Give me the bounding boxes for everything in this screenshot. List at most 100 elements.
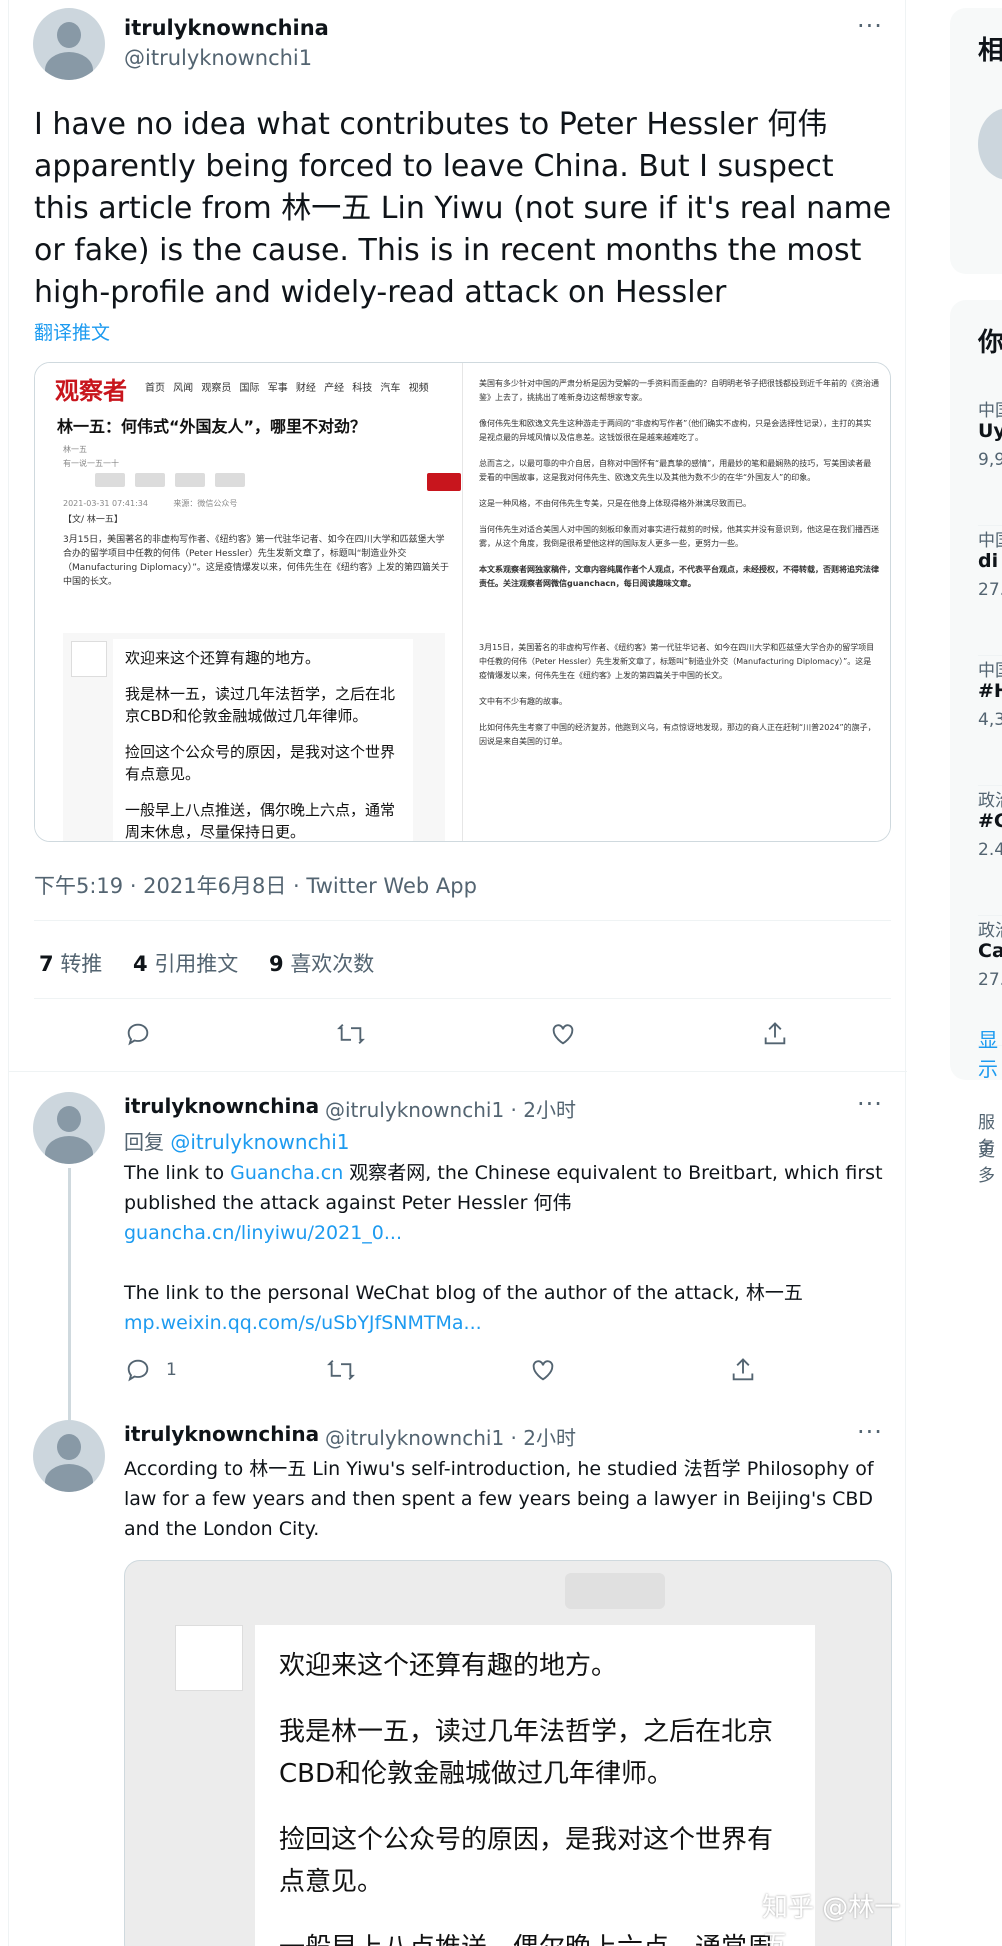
article-date-text: 2021-03-31 07:41:34: [63, 499, 148, 508]
article-paragraph: 文中有不少有趣的故事。: [479, 697, 567, 706]
trend-category: 政治: [978, 921, 1002, 941]
trend-item[interactable]: 政治 #C 2.4: [978, 786, 1002, 916]
wechat-url-link[interactable]: mp.weixin.qq.com/s/uSbYJfSNMTMa...: [124, 1312, 482, 1334]
default-avatar-head-icon: [57, 1106, 81, 1132]
trend-count: 2.4: [978, 840, 1002, 860]
display-name[interactable]: itrulyknownchina: [124, 1422, 319, 1446]
more-options-icon[interactable]: ···: [857, 1420, 883, 1444]
retweets-label: 转推: [60, 952, 103, 976]
divider: [34, 920, 891, 921]
right-sidebar: 相 你 中国 Uy 9,9 中国 di 27. 中国 #H 4,3 政治 #C …: [950, 0, 1002, 1946]
wechat-avatar: [71, 641, 107, 677]
intro-line: 我是林一五，读过几年法哲学，之后在北京CBD和伦敦金融城做过几年律师。: [125, 685, 396, 725]
tweet-text: I have no idea what contributes to Peter…: [34, 107, 892, 310]
article-body: 【文/ 林一五】 3月15日，美国著名的非虚构写作者、《纽约客》第一代驻华记者、…: [63, 513, 453, 589]
share-button[interactable]: [761, 1020, 793, 1052]
trend-count: 27.: [978, 970, 1002, 990]
footer-link[interactable]: 更多: [978, 1136, 1002, 1186]
tweet-media[interactable]: 观察者 首页 风闻 观察员 国际 军事 财经 产经 科技 汽车 视频 林一五：何…: [34, 362, 891, 842]
thread-line: [68, 1400, 71, 1420]
trend-count: 27.: [978, 580, 1002, 600]
blurred-region: [565, 1573, 665, 1609]
author-sub: 有一说一五一十: [63, 459, 119, 468]
user-handle[interactable]: @itrulyknownchi1 · 2小时: [325, 1094, 576, 1123]
likes-stat[interactable]: 9 喜欢次数: [269, 952, 374, 976]
trend-title: di: [978, 550, 999, 572]
intro-line: 捡回这个公众号的原因，是我对这个世界有点意见。: [125, 743, 396, 783]
article-paragraph: 比如何伟先生考察了中国的经济复苏，他跑到义乌，有点惊讶地发现，那边的商人正在赶制…: [479, 723, 876, 746]
reply-text: The link to Guancha.cn 观察者网, the Chinese…: [124, 1158, 894, 1248]
more-options-icon[interactable]: ···: [857, 1092, 883, 1116]
media-image-left[interactable]: 观察者 首页 风闻 观察员 国际 军事 财经 产经 科技 汽车 视频 林一五：何…: [35, 363, 463, 841]
retweets-count: 7: [39, 952, 54, 976]
intro-line: 一般早上八点推送，偶尔晚上六点，通常周末休息，尽量保持日更。: [125, 801, 396, 841]
heart-icon: [552, 1024, 574, 1045]
trend-count: 9,9: [978, 450, 1002, 470]
heart-icon: [532, 1360, 554, 1381]
red-badge: [427, 473, 461, 491]
tweet-actions: 1: [9, 1356, 907, 1396]
reply-icon: [127, 1359, 149, 1382]
article-source: 来源：微信公众号: [173, 499, 238, 508]
divider: [34, 998, 891, 999]
default-avatar-body-icon: [45, 1136, 93, 1164]
user-handle[interactable]: @itrulyknownchi1 · 2小时: [325, 1422, 576, 1451]
translate-tweet-link[interactable]: 翻译推文: [34, 318, 110, 345]
share-button: [135, 473, 165, 487]
related-heading: 相: [978, 36, 1002, 66]
avatar[interactable]: [978, 108, 1002, 180]
show-more-link[interactable]: 显示: [978, 1024, 1002, 1082]
reply-tweet[interactable]: itrulyknownchina @itrulyknownchi1 · 2小时 …: [9, 1072, 907, 1400]
main-tweet: itrulyknownchina @itrulyknownchi1 ··· I …: [9, 0, 907, 1072]
more-options-icon[interactable]: ···: [857, 14, 883, 38]
retweet-button[interactable]: [337, 1020, 369, 1052]
article-paragraph: 3月15日，美国著名的非虚构写作者、《纽约客》第一代驻华记者、如今在四川大学和匹…: [479, 643, 875, 680]
avatar[interactable]: [33, 1092, 105, 1164]
article-paragraph: 本文系观察者网独家稿件，文章内容纯属作者个人观点，不代表平台观点，未经授权，不得…: [479, 565, 879, 588]
display-name[interactable]: itrulyknownchina: [124, 16, 329, 40]
wechat-intro: 欢迎来这个还算有趣的地方。 我是林一五，读过几年法哲学，之后在北京CBD和伦敦金…: [255, 1625, 815, 1946]
mention-link[interactable]: @itrulyknownchi1: [170, 1130, 349, 1154]
quotes-count: 4: [133, 952, 148, 976]
trend-category: 政治: [978, 791, 1002, 811]
article-title: 林一五：何伟式“外国友人”，哪里不对劲？: [57, 417, 367, 436]
user-handle[interactable]: @itrulyknownchi1: [124, 46, 312, 70]
default-avatar-body-icon: [45, 1464, 93, 1492]
share-button[interactable]: [729, 1356, 761, 1388]
reply-button[interactable]: [124, 1020, 156, 1052]
related-box: 相: [950, 8, 1002, 274]
retweets-stat[interactable]: 7 转推: [39, 952, 102, 976]
trends-box: 你 中国 Uy 9,9 中国 di 27. 中国 #H 4,3 政治 #C 2.…: [950, 300, 1002, 1080]
likes-count: 9: [269, 952, 284, 976]
article-url-link[interactable]: guancha.cn/linyiwu/2021_0...: [124, 1222, 402, 1244]
article-paragraph: 3月15日，美国著名的非虚构写作者、《纽约客》第一代驻华记者、如今在四川大学和匹…: [63, 535, 449, 587]
default-avatar-body-icon: [45, 52, 93, 80]
main-column: itrulyknownchina @itrulyknownchi1 ··· I …: [8, 0, 907, 1946]
like-button[interactable]: [529, 1356, 561, 1388]
quotes-stat[interactable]: 4 引用推文: [133, 952, 238, 976]
trend-item[interactable]: 中国 Uy 9,9: [978, 396, 1002, 526]
tweet-stats: 7 转推 4 引用推文 9 喜欢次数: [39, 948, 398, 978]
reply-button[interactable]: 1: [124, 1356, 177, 1388]
avatar[interactable]: [33, 1420, 105, 1492]
trend-title: Ca: [978, 940, 1002, 962]
reply-text: The link to the personal WeChat blog of …: [124, 1278, 894, 1338]
retweet-button[interactable]: [327, 1356, 359, 1388]
reply-count: 1: [166, 1360, 177, 1380]
author-name: 林一五: [63, 445, 87, 454]
article-byline: 【文/ 林一五】: [63, 515, 123, 525]
trend-item[interactable]: 中国 di 27.: [978, 526, 1002, 656]
tweet-timestamp[interactable]: 下午5:19 · 2021年6月8日 · Twitter Web App: [34, 870, 477, 900]
trend-item[interactable]: 中国 #H 4,3: [978, 656, 1002, 786]
trend-category: 中国: [978, 531, 1002, 551]
guancha-link[interactable]: Guancha.cn: [230, 1162, 343, 1184]
trend-title: Uy: [978, 420, 1002, 442]
trend-title: #H: [978, 680, 1002, 702]
like-button[interactable]: [549, 1020, 581, 1052]
guancha-logo: 观察者: [55, 377, 127, 405]
avatar[interactable]: [33, 8, 105, 80]
site-nav: 首页 风闻 观察员 国际 军事 财经 产经 科技 汽车 视频: [145, 383, 429, 394]
display-name[interactable]: itrulyknownchina: [124, 1094, 319, 1118]
retweet-icon: [327, 1360, 355, 1380]
media-image-right[interactable]: 美国有多少针对中国的严肃分析是因为受解的一手资料而歪曲的？自明明老爷子把很钱都投…: [465, 363, 890, 841]
